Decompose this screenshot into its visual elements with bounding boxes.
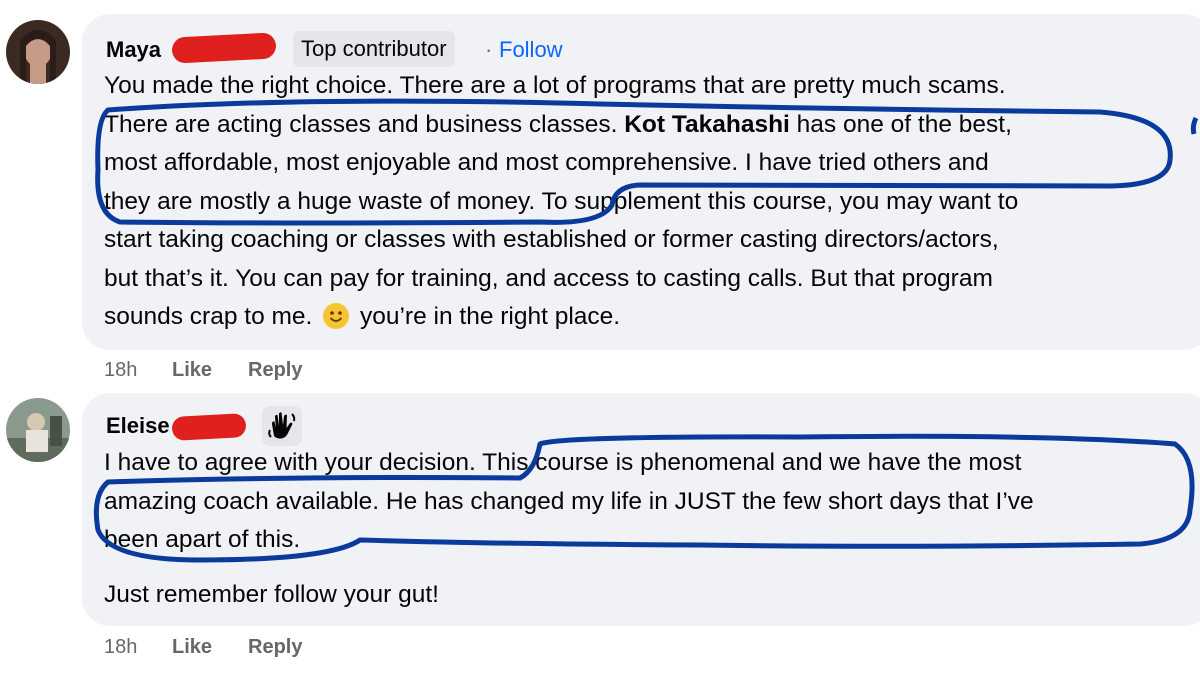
comment-timestamp[interactable]: 18h xyxy=(104,636,137,659)
avatar[interactable] xyxy=(6,20,70,84)
comment-timestamp[interactable]: 18h xyxy=(104,359,137,382)
like-button[interactable]: Like xyxy=(172,636,212,659)
comment-line: There are acting classes and business cl… xyxy=(104,110,1012,138)
smile-emoji-icon xyxy=(323,303,350,329)
wave-hand-icon xyxy=(262,406,302,446)
comment-line: they are mostly a huge waste of money. T… xyxy=(104,187,1019,215)
comment-line: Just remember follow your gut! xyxy=(104,581,439,608)
comment-line: but that’s it. You can pay for training,… xyxy=(104,264,993,292)
comment-author[interactable]: Eleise xyxy=(106,413,170,439)
redaction-mark xyxy=(171,413,247,441)
top-contributor-badge[interactable]: Top contributor xyxy=(293,31,455,67)
comment-line: amazing coach available. He has changed … xyxy=(104,487,1034,515)
comment-line: been apart of this. xyxy=(104,526,301,553)
comment-line: most affordable, most enjoyable and most… xyxy=(104,149,989,176)
comment-author[interactable]: Maya xyxy=(106,37,161,63)
redaction-mark xyxy=(171,32,277,64)
comment-text: Just remember follow your gut! xyxy=(104,576,439,615)
comment-text: You made the right choice. There are a l… xyxy=(104,67,1018,337)
avatar[interactable] xyxy=(6,398,70,462)
like-button[interactable]: Like xyxy=(172,359,212,382)
comment-line: start taking coaching or classes with es… xyxy=(104,226,999,253)
reply-button[interactable]: Reply xyxy=(248,359,302,382)
comment-line: You made the right choice. There are a l… xyxy=(104,72,1006,99)
separator-dot: · xyxy=(485,37,493,62)
mention-name[interactable]: Kot Takahashi xyxy=(624,111,790,138)
follow-link[interactable]: Follow xyxy=(499,37,563,63)
reply-button[interactable]: Reply xyxy=(248,636,302,659)
comment-line: sounds crap to me. you’re in the right p… xyxy=(104,303,621,330)
comment-text: I have to agree with your decision. This… xyxy=(104,444,1034,560)
comment-line: I have to agree with your decision. This… xyxy=(104,449,1022,476)
